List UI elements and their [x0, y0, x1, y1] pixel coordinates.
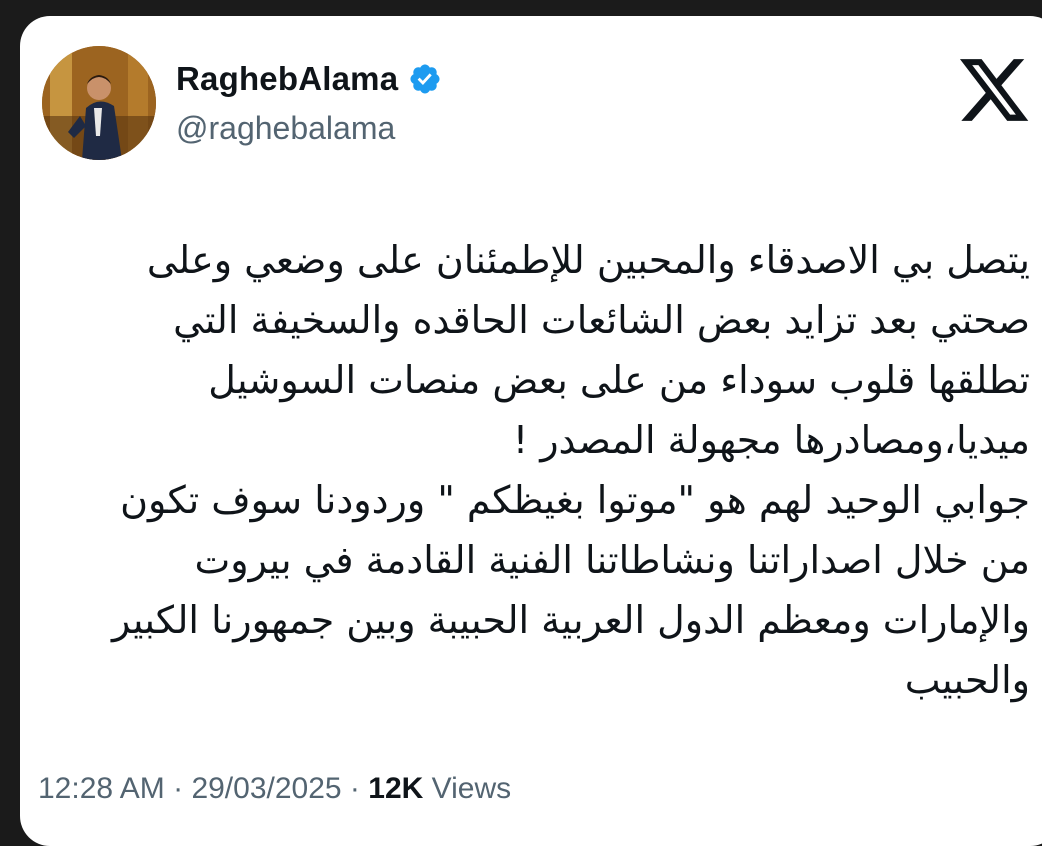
tweet-line: والإمارات ومعظم الدول العربية الحبيبة وب…	[111, 598, 1030, 642]
tweet-text: يتصل بي الاصدقاء والمحبين للإطمئنان على …	[56, 230, 1030, 710]
tweet-line: يتصل بي الاصدقاء والمحبين للإطمئنان على …	[146, 238, 1030, 282]
tweet-line: من خلال اصداراتنا ونشاطاتنا الفنية القاد…	[194, 538, 1030, 582]
tweet-line: صحتي بعد تزايد بعض الشائعات الحاقده والس…	[173, 298, 1030, 342]
views-label: Views	[431, 772, 512, 805]
tweet-line: والحبيب	[904, 658, 1030, 702]
tweet-date[interactable]: 29/03/2025	[191, 772, 341, 805]
tweet-line: تطلقها قلوب سوداء من على بعض منصات السوش…	[208, 358, 1030, 402]
tweet-meta: 12:28 AM · 29/03/2025 · 12K Views	[38, 772, 511, 806]
views-count: 12K	[368, 772, 424, 805]
author-name-row: RaghebAlama	[176, 60, 442, 98]
meta-separator: ·	[341, 772, 369, 805]
verified-badge-icon	[408, 62, 442, 96]
author-handle[interactable]: @raghebalama	[176, 110, 395, 147]
avatar[interactable]	[42, 46, 156, 160]
author-display-name[interactable]: RaghebAlama	[176, 60, 398, 98]
x-logo-icon[interactable]	[956, 52, 1032, 128]
avatar-image	[42, 46, 156, 160]
tweet-card: RaghebAlama @raghebalama يتصل بي الاصدقا…	[20, 16, 1042, 846]
tweet-time[interactable]: 12:28 AM	[38, 772, 165, 805]
screenshot-frame: RaghebAlama @raghebalama يتصل بي الاصدقا…	[0, 0, 1042, 846]
meta-separator: ·	[164, 772, 192, 805]
tweet-line: جوابي الوحيد لهم هو "موتوا بغيظكم " وردو…	[120, 478, 1030, 522]
tweet-line: ميديا،ومصادرها مجهولة المصدر !	[512, 418, 1030, 462]
